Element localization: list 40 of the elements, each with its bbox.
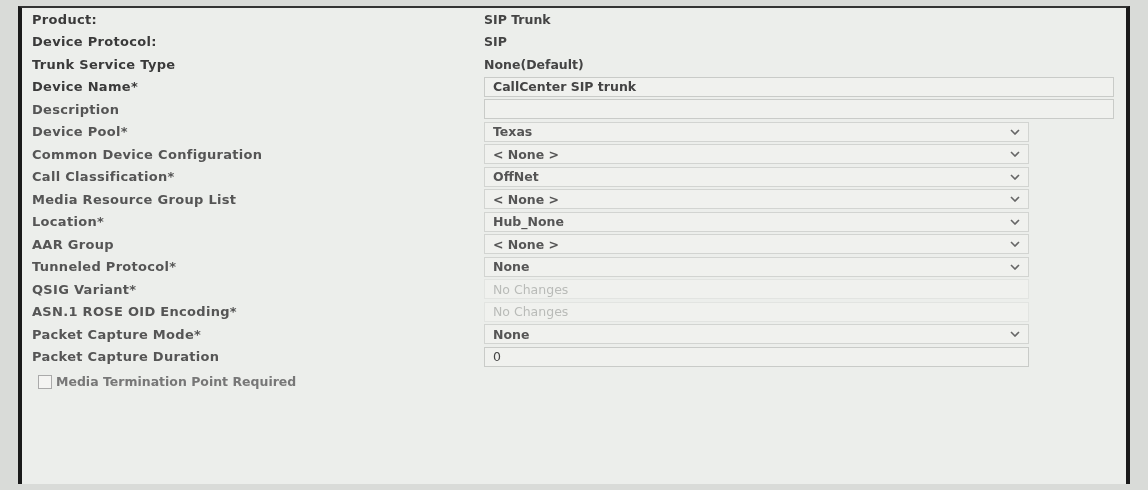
chevron-down-icon xyxy=(1010,151,1020,158)
chevron-down-icon xyxy=(1010,128,1020,135)
chevron-down-icon xyxy=(1010,218,1020,225)
field-label: Description xyxy=(32,101,121,117)
field-label: Media Resource Group List xyxy=(32,191,238,207)
chevron-down-icon xyxy=(1010,173,1020,180)
checkbox[interactable] xyxy=(38,374,52,389)
field-label: Packet Capture Mode* xyxy=(32,326,203,342)
dropdown[interactable]: Hub_None xyxy=(484,211,1029,232)
field-value: None(Default) xyxy=(484,56,584,72)
field-label: Device Protocol: xyxy=(32,34,158,50)
field-label: Location* xyxy=(32,214,106,230)
chevron-down-icon xyxy=(1010,196,1020,203)
field-label: Device Name* xyxy=(32,79,139,95)
checkbox-label: Media Termination Point Required xyxy=(56,374,297,389)
field-label: Packet Capture Duration xyxy=(32,349,221,365)
chevron-down-icon xyxy=(1010,263,1020,270)
field-label: QSIG Variant* xyxy=(32,281,138,297)
field-label: Tunneled Protocol* xyxy=(32,259,178,275)
chevron-down-icon xyxy=(1010,241,1020,248)
dropdown[interactable]: None xyxy=(484,324,1029,345)
dropdown[interactable]: OffNet xyxy=(484,166,1029,187)
field-label: Trunk Service Type xyxy=(32,56,177,72)
dropdown[interactable]: < None > xyxy=(484,189,1029,210)
dropdown[interactable]: < None > xyxy=(484,144,1029,165)
field-label: Call Classification* xyxy=(32,169,176,185)
field-label: Device Pool* xyxy=(32,124,129,140)
field-label: AAR Group xyxy=(32,236,115,252)
input-field[interactable]: CallCenter SIP trunk xyxy=(484,76,1114,97)
field-label: ASN.1 ROSE OID Encoding* xyxy=(32,304,238,320)
dropdown[interactable]: None xyxy=(484,256,1029,277)
input-field[interactable] xyxy=(484,99,1114,120)
field-label: Product: xyxy=(32,11,98,27)
dropdown[interactable]: < None > xyxy=(484,234,1029,255)
field-value: SIP Trunk xyxy=(484,11,551,27)
dropdown[interactable]: Texas xyxy=(484,121,1029,142)
field-value: SIP xyxy=(484,34,507,50)
field-label: Common Device Configuration xyxy=(32,146,264,162)
input-field[interactable]: 0 xyxy=(484,346,1029,367)
chevron-down-icon xyxy=(1010,331,1020,338)
